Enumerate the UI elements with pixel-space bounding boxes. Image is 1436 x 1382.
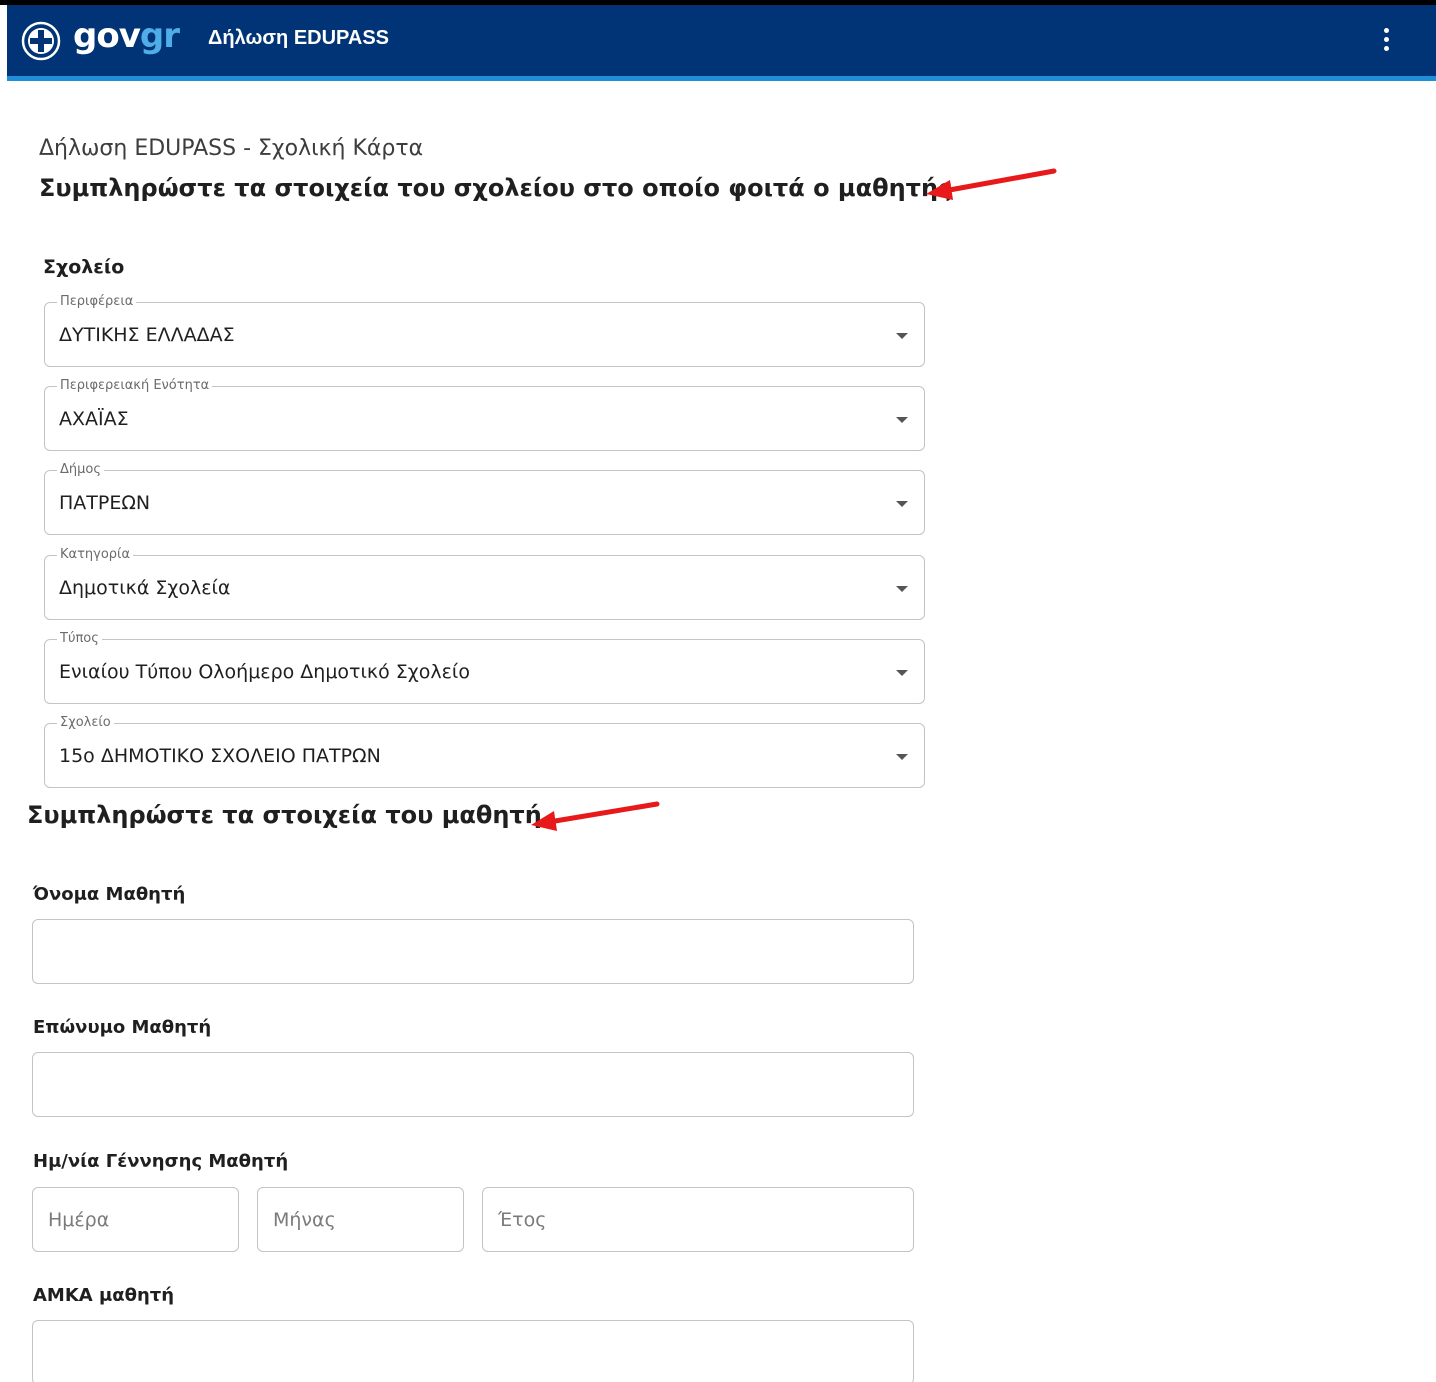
first-name-label: Όνομα Μαθητή — [33, 884, 186, 905]
school-select-label: Σχολείο — [57, 714, 114, 732]
amka-label: ΑΜΚΑ μαθητή — [33, 1285, 175, 1306]
dropdown-arrow-icon — [896, 754, 908, 760]
regional-unit-select-label: Περιφερειακή Ενότητα — [57, 377, 213, 395]
dropdown-arrow-icon — [896, 670, 908, 676]
last-name-input[interactable] — [32, 1052, 914, 1117]
app-title: Δήλωση EDUPASS — [208, 27, 390, 49]
app-header: govgr Δήλωση EDUPASS — [7, 5, 1436, 81]
more-menu-button[interactable] — [1374, 23, 1398, 55]
dropdown-arrow-icon — [896, 333, 908, 339]
last-name-label: Επώνυμο Μαθητή — [33, 1017, 212, 1038]
dropdown-arrow-icon — [896, 417, 908, 423]
amka-input[interactable] — [32, 1320, 914, 1382]
regional-unit-select-value: ΑΧΑΪΑΣ — [59, 408, 129, 430]
school-type-select-value: Ενιαίου Τύπου Ολοήμερο Δημοτικό Σχολείο — [59, 661, 470, 683]
municipality-select[interactable]: Δήμος ΠΑΤΡΕΩΝ — [44, 461, 925, 535]
category-select-value: Δημοτικά Σχολεία — [59, 577, 231, 599]
more-vert-icon-dot — [1383, 36, 1389, 42]
more-vert-icon — [1383, 27, 1389, 33]
region-select-label: Περιφέρεια — [57, 293, 137, 311]
category-select[interactable]: Κατηγορία Δημοτικά Σχολεία — [44, 546, 925, 620]
logo-gov-text: gov — [73, 16, 141, 56]
region-select-value: ΔΥΤΙΚΗΣ ΕΛΛΑΔΑΣ — [59, 324, 235, 346]
birth-year-input[interactable] — [482, 1187, 914, 1252]
school-select-value: 15ο ΔΗΜΟΤΙΚΟ ΣΧΟΛΕΙΟ ΠΑΤΡΩΝ — [59, 745, 381, 767]
municipality-select-value: ΠΑΤΡΕΩΝ — [59, 492, 151, 514]
birthdate-label: Ημ/νία Γέννησης Μαθητή — [33, 1151, 289, 1172]
school-type-select[interactable]: Τύπος Ενιαίου Τύπου Ολοήμερο Δημοτικό Σχ… — [44, 630, 925, 704]
birth-day-input[interactable] — [32, 1187, 239, 1252]
school-group-label: Σχολείο — [43, 256, 125, 278]
regional-unit-select[interactable]: Περιφερειακή Ενότητα ΑΧΑΪΑΣ — [44, 377, 925, 451]
student-section-heading: Συμπληρώστε τα στοιχεία του μαθητή — [27, 801, 542, 829]
school-section-heading: Συμπληρώστε τα στοιχεία του σχολείου στο… — [39, 174, 953, 202]
dropdown-arrow-icon — [896, 586, 908, 592]
school-select[interactable]: Σχολείο 15ο ΔΗΜΟΤΙΚΟ ΣΧΟΛΕΙΟ ΠΑΤΡΩΝ — [44, 714, 925, 788]
school-type-select-label: Τύπος — [57, 630, 102, 648]
municipality-select-label: Δήμος — [57, 461, 104, 479]
annotation-arrow-icon — [531, 801, 660, 831]
govgr-logo[interactable]: govgr — [73, 16, 180, 56]
page-breadcrumb: Δήλωση EDUPASS - Σχολική Κάρτα — [39, 136, 424, 161]
annotation-arrow-icon — [926, 168, 1057, 200]
region-select[interactable]: Περιφέρεια ΔΥΤΙΚΗΣ ΕΛΛΑΔΑΣ — [44, 293, 925, 367]
more-vert-icon-dot — [1383, 45, 1389, 51]
logo-gr-text: gr — [139, 16, 180, 56]
category-select-label: Κατηγορία — [57, 546, 134, 564]
dropdown-arrow-icon — [896, 501, 908, 507]
greek-emblem-icon — [21, 21, 61, 61]
birth-month-input[interactable] — [257, 1187, 464, 1252]
first-name-input[interactable] — [32, 919, 914, 984]
